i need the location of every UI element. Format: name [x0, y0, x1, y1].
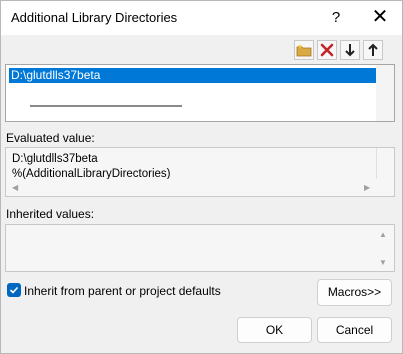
evaluated-line: %(AdditionalLibraryDirectories) — [12, 168, 171, 179]
move-up-button[interactable] — [363, 40, 383, 60]
ok-button[interactable]: OK — [237, 317, 312, 343]
title-bar: Additional Library Directories ? ✕ — [1, 1, 402, 35]
scroll-down-icon[interactable]: ▼ — [379, 258, 387, 267]
new-line-icon — [296, 44, 312, 57]
delete-button[interactable] — [317, 40, 337, 60]
new-line-button[interactable] — [294, 40, 314, 60]
list-horizontal-scrollbar[interactable] — [6, 99, 377, 119]
inherited-values-box: ▲ ▼ — [5, 224, 395, 272]
scroll-right-icon[interactable]: ▶ — [364, 183, 370, 192]
delete-icon — [320, 43, 334, 57]
list-vertical-scrollbar[interactable] — [376, 65, 394, 121]
list-scroll-thumb[interactable] — [30, 105, 182, 107]
directory-list[interactable]: D:\glutdlls37beta — [5, 64, 395, 122]
move-down-icon — [345, 44, 355, 57]
help-button[interactable]: ? — [319, 1, 353, 35]
dialog-title: Additional Library Directories — [11, 10, 178, 25]
scroll-up-icon[interactable]: ▲ — [379, 230, 387, 239]
inherit-checkbox[interactable] — [7, 283, 21, 297]
evaluated-horizontal-scrollbar[interactable]: ◀ ▶ — [6, 179, 394, 196]
inherited-values-label: Inherited values: — [6, 207, 95, 221]
macros-button[interactable]: Macros>> — [317, 279, 392, 306]
evaluated-value-label: Evaluated value: — [6, 131, 95, 145]
close-button[interactable]: ✕ — [363, 1, 397, 35]
list-toolbar — [294, 40, 383, 60]
move-up-icon — [368, 43, 378, 56]
cancel-button[interactable]: Cancel — [317, 317, 392, 343]
evaluated-value-box: D:\glutdlls37beta %(AdditionalLibraryDir… — [5, 147, 395, 197]
scroll-left-icon[interactable]: ◀ — [12, 183, 18, 192]
checkmark-icon — [9, 286, 19, 294]
library-directories-dialog: Additional Library Directories ? ✕ D:\gl… — [0, 0, 403, 354]
evaluated-vertical-scrollbar[interactable] — [376, 148, 394, 179]
evaluated-line: D:\glutdlls37beta — [12, 153, 98, 165]
list-item[interactable]: D:\glutdlls37beta — [9, 68, 377, 83]
move-down-button[interactable] — [340, 40, 360, 60]
inherit-checkbox-label[interactable]: Inherit from parent or project defaults — [24, 284, 221, 298]
